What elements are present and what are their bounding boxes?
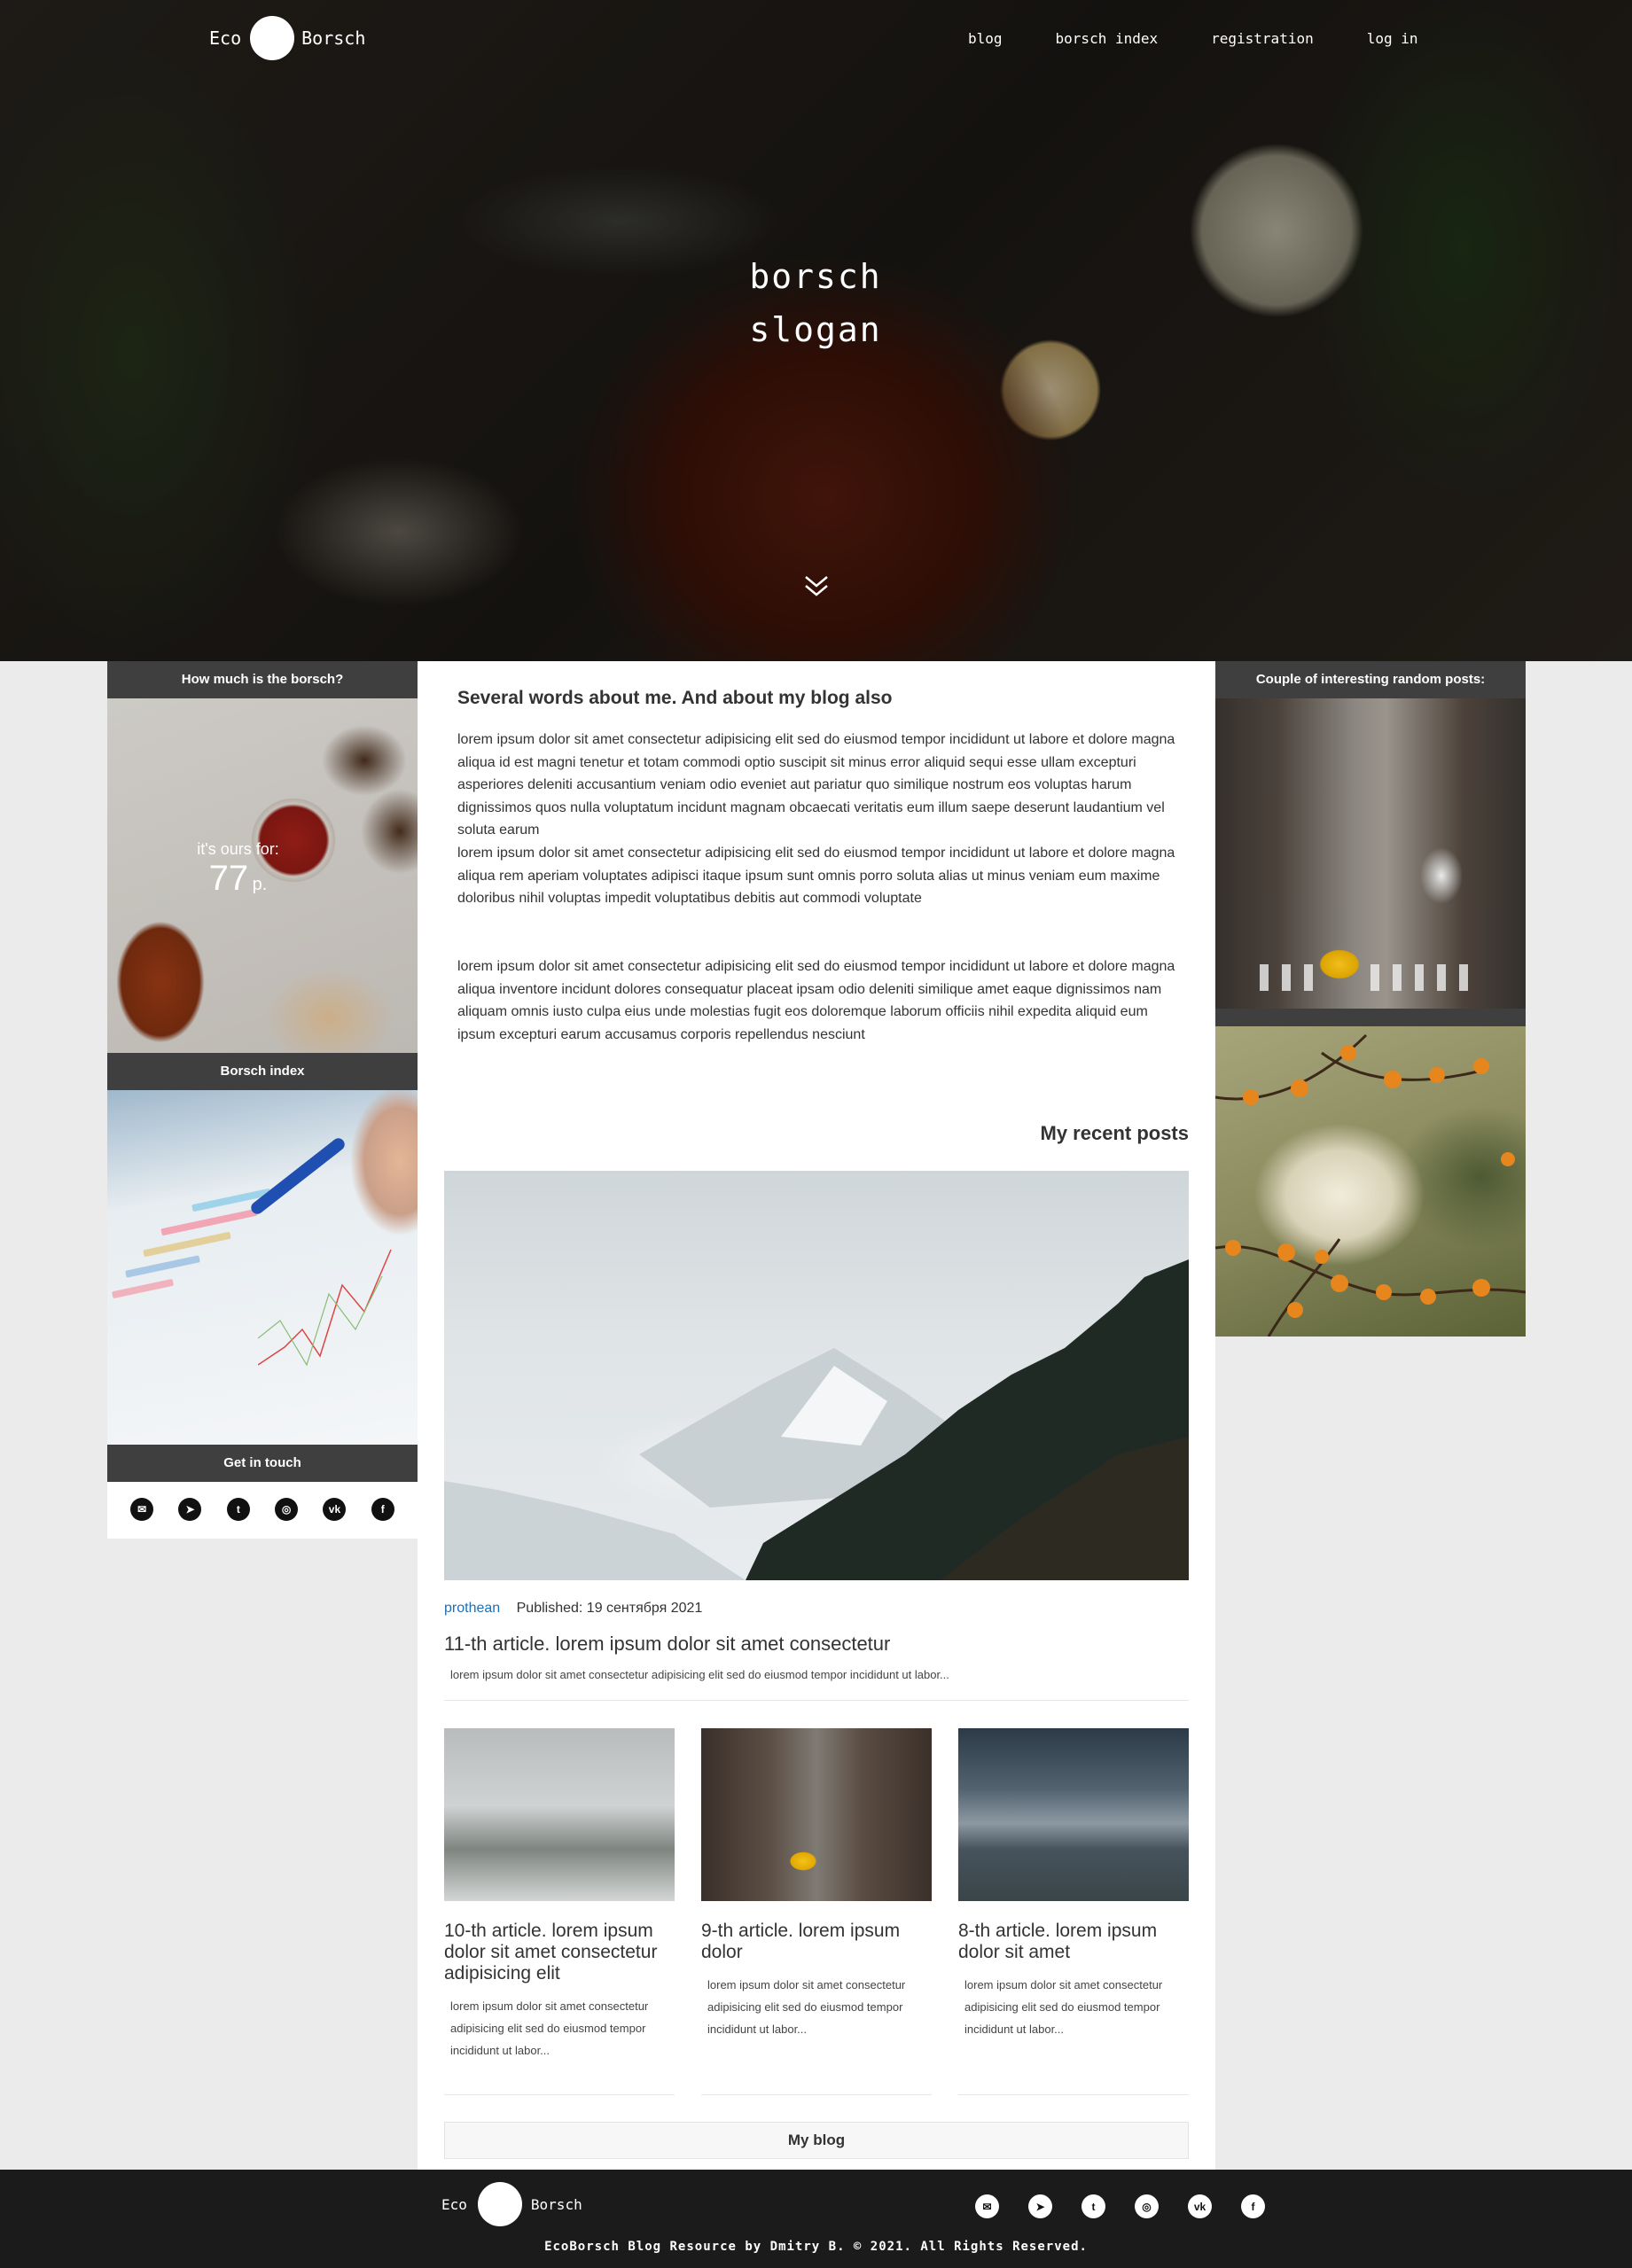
spacer — [1215, 1009, 1526, 1026]
divider — [444, 1700, 1189, 1701]
nav-blog[interactable]: blog — [968, 30, 1003, 47]
post-card-image[interactable] — [958, 1728, 1189, 1901]
divider — [958, 2094, 1189, 2095]
random-posts-heading: Couple of interesting random posts: — [1215, 661, 1526, 698]
featured-post-image[interactable] — [444, 1171, 1189, 1580]
featured-post-meta: prothean Published: 19 сентября 2021 — [444, 1601, 702, 1617]
instagram-icon[interactable]: ◎ — [1135, 2194, 1159, 2218]
logo-text-left: Eco — [209, 27, 242, 49]
facebook-icon[interactable]: f — [371, 1498, 394, 1521]
footer-logo-text-right: Borsch — [530, 2195, 582, 2213]
logo-text-right: Borsch — [301, 27, 366, 49]
post-date: Published: 19 сентября 2021 — [516, 1601, 703, 1616]
post-card-title[interactable]: 9-th article. lorem ipsum dolor — [701, 1921, 932, 1963]
footer-social-links: ✉ ➤ t ◎ vk f — [975, 2194, 1265, 2218]
nav-registration[interactable]: registration — [1211, 30, 1314, 47]
mail-icon[interactable]: ✉ — [975, 2194, 999, 2218]
footer-logo[interactable]: Eco Borsch — [441, 2182, 582, 2226]
post-card[interactable]: 8-th article. lorem ipsum dolor sit amet… — [958, 1728, 1189, 2040]
instagram-icon[interactable]: ◎ — [275, 1498, 299, 1521]
scroll-down-chevron-icon[interactable] — [803, 574, 830, 603]
borsch-price-widget: it's ours for: 77 p. — [107, 698, 418, 1053]
price-heading: How much is the borsch? — [107, 661, 418, 698]
divider — [701, 2094, 932, 2095]
vk-icon[interactable]: vk — [1188, 2194, 1212, 2218]
post-card[interactable]: 10-th article. lorem ipsum dolor sit ame… — [444, 1728, 675, 2061]
site-logo[interactable]: Eco Borsch — [209, 16, 365, 60]
main-content: Several words about me. And about my blo… — [418, 661, 1215, 2170]
price-value: 77 — [208, 859, 249, 898]
twitter-icon[interactable]: t — [1081, 2194, 1105, 2218]
footer-logo-text-left: Eco — [441, 2195, 467, 2213]
left-sidebar: How much is the borsch? it's ours for: 7… — [107, 661, 418, 1539]
hero-banner: Eco Borsch blog borsch index registratio… — [0, 0, 1632, 661]
telegram-icon[interactable]: ➤ — [1028, 2194, 1052, 2218]
right-sidebar: Couple of interesting random posts: — [1215, 661, 1526, 1337]
post-card-image[interactable] — [444, 1728, 675, 1901]
copyright-text: EcoBorsch Blog Resource by Dmitry B. © 2… — [544, 2240, 1088, 2254]
pen-icon — [248, 1135, 347, 1217]
divider — [444, 2094, 675, 2095]
footer: Eco Borsch ✉ ➤ t ◎ vk f EcoBorsch Blog R… — [0, 2170, 1632, 2268]
recent-posts-title: My recent posts — [1040, 1122, 1190, 1144]
logo-circle-icon — [250, 16, 295, 60]
featured-post-excerpt: lorem ipsum dolor sit amet consectetur a… — [450, 1668, 949, 1681]
main-nav: blog borsch index registration log in — [968, 30, 1472, 47]
sidebar-social-links: ✉ ➤ t ◎ vk f — [107, 1482, 418, 1539]
random-post-image-city[interactable] — [1215, 698, 1526, 1009]
about-paragraph-1: lorem ipsum dolor sit amet consectetur a… — [457, 732, 1175, 838]
post-card-image[interactable] — [701, 1728, 932, 1901]
nav-login[interactable]: log in — [1367, 30, 1418, 47]
featured-post-title[interactable]: 11-th article. lorem ipsum dolor sit ame… — [444, 1633, 890, 1656]
post-card-excerpt: lorem ipsum dolor sit amet consectetur a… — [707, 1978, 906, 2036]
slogan-line-1: borsch — [749, 257, 882, 296]
facebook-icon[interactable]: f — [1241, 2194, 1265, 2218]
about-paragraph-3: lorem ipsum dolor sit amet consectetur a… — [457, 959, 1175, 1042]
post-card-excerpt: lorem ipsum dolor sit amet consectetur a… — [450, 1999, 649, 2057]
mail-icon[interactable]: ✉ — [130, 1498, 154, 1521]
post-card-title[interactable]: 8-th article. lorem ipsum dolor sit amet — [958, 1921, 1189, 1963]
about-paragraph-2: lorem ipsum dolor sit amet consectetur a… — [457, 846, 1175, 906]
post-card-title[interactable]: 10-th article. lorem ipsum dolor sit ame… — [444, 1921, 675, 1984]
borsch-index-heading: Borsch index — [107, 1053, 418, 1090]
price-display: it's ours for: 77 p. — [178, 840, 298, 899]
post-author-link[interactable]: prothean — [444, 1601, 500, 1616]
about-title: Several words about me. And about my blo… — [457, 688, 893, 708]
slogan-line-2: slogan — [749, 310, 882, 349]
my-blog-button[interactable]: My blog — [444, 2122, 1189, 2159]
nav-borsch-index[interactable]: borsch index — [1056, 30, 1159, 47]
post-card[interactable]: 9-th article. lorem ipsum dolor lorem ip… — [701, 1728, 932, 2040]
price-currency: p. — [252, 875, 268, 894]
price-label: it's ours for: — [197, 840, 279, 858]
telegram-icon[interactable]: ➤ — [178, 1498, 202, 1521]
borsch-index-image[interactable] — [107, 1090, 418, 1445]
contact-heading: Get in touch — [107, 1445, 418, 1482]
random-post-image-leaves[interactable] — [1215, 1026, 1526, 1337]
vk-icon[interactable]: vk — [323, 1498, 347, 1521]
twitter-icon[interactable]: t — [226, 1498, 250, 1521]
hero-slogan: borsch slogan — [691, 250, 940, 356]
footer-logo-circle-icon — [477, 2182, 522, 2226]
post-card-excerpt: lorem ipsum dolor sit amet consectetur a… — [964, 1978, 1163, 2036]
